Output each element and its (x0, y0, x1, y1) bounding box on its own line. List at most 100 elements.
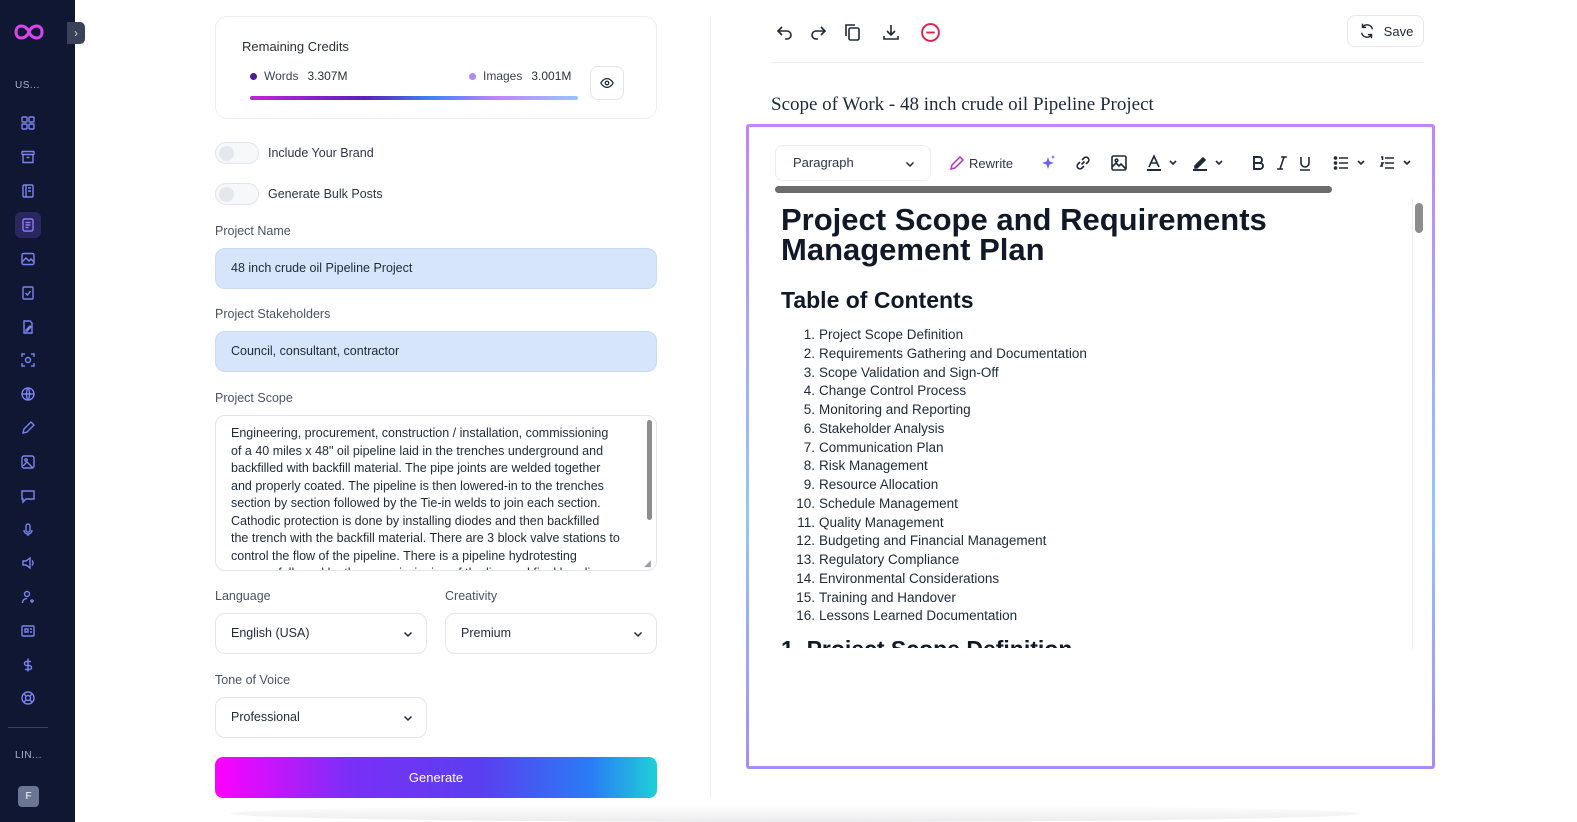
newspaper-icon[interactable] (15, 618, 41, 644)
tone-select[interactable]: Professional (215, 697, 427, 738)
chevron-down-icon (403, 715, 413, 722)
toc-item-number: 14. (796, 570, 815, 586)
collapse-sidebar-button[interactable]: › (67, 22, 85, 44)
creativity-select[interactable]: Premium (445, 613, 657, 654)
toc-item: 4. Change Control Process (781, 382, 1411, 401)
globe-icon[interactable] (15, 381, 41, 407)
highlight-color-icon[interactable] (1191, 153, 1227, 173)
toc-item: 2. Requirements Gathering and Documentati… (781, 345, 1411, 364)
undo-icon[interactable] (773, 20, 797, 44)
toc-item: 10. Schedule Management (781, 495, 1411, 514)
toc-item-number: 13. (796, 552, 815, 567)
toolbar-scrollbar[interactable] (775, 186, 1332, 193)
toc-item-number: 15. (796, 589, 815, 605)
numbered-list-icon[interactable] (1379, 153, 1415, 173)
block-format-select[interactable]: Paragraph (775, 145, 931, 181)
toc-item-text: Risk Management (819, 458, 928, 474)
insert-image-icon[interactable] (1110, 153, 1128, 173)
bulk-posts-row: Generate Bulk Posts (215, 183, 383, 205)
bulk-posts-toggle[interactable] (215, 183, 259, 205)
save-button[interactable]: Save (1347, 15, 1424, 47)
images-dot (469, 72, 476, 80)
section-label-user: US... (15, 80, 40, 91)
document-edit-icon[interactable] (15, 314, 41, 340)
words-value: 3.307M (307, 69, 348, 83)
eye-icon (600, 77, 614, 89)
book-icon[interactable] (15, 178, 41, 204)
stakeholders-label: Project Stakeholders (215, 307, 331, 321)
project-name-input[interactable]: 48 inch crude oil Pipeline Project (215, 248, 657, 289)
rewrite-button[interactable]: Rewrite (949, 153, 1013, 173)
project-scope-label: Project Scope (215, 391, 293, 405)
editor-scrollbar[interactable] (1415, 203, 1423, 233)
images-value: 3.001M (531, 69, 572, 83)
language-value: English (USA) (231, 626, 310, 640)
user-add-icon[interactable] (15, 584, 41, 610)
rich-text-editor[interactable]: Paragraph Rewrite Project Scope and Requ… (746, 124, 1435, 769)
toc-item: 9. Resource Allocation (781, 476, 1411, 495)
chevron-down-icon (403, 631, 413, 638)
text-color-icon[interactable] (1145, 153, 1181, 173)
toc-item-number: 2. (803, 345, 815, 361)
image-icon[interactable] (15, 246, 41, 272)
generate-button[interactable]: Generate (215, 757, 657, 798)
bold-icon[interactable] (1251, 153, 1265, 173)
project-name-label: Project Name (215, 224, 291, 238)
editor-scroll-track (1412, 199, 1413, 649)
download-icon[interactable] (879, 20, 903, 44)
document-heading: Project Scope and Requirements Managemen… (781, 205, 1267, 267)
document-icon[interactable] (15, 212, 41, 238)
support-icon[interactable] (15, 685, 41, 711)
chat-icon[interactable] (15, 483, 41, 509)
bullet-list-icon[interactable] (1333, 153, 1369, 173)
dashboard-icon[interactable] (15, 110, 41, 136)
pen-icon[interactable] (15, 415, 41, 441)
chevron-down-icon (905, 161, 915, 168)
toc-item-text: Regulatory Compliance (819, 552, 960, 567)
copy-icon[interactable] (840, 20, 864, 44)
toc-item: 16. Lessons Learned Documentation (781, 607, 1411, 626)
textarea-scrollbar[interactable] (647, 420, 652, 520)
document-title[interactable]: Scope of Work - 48 inch crude oil Pipeli… (771, 94, 1154, 116)
chevron-down-icon (633, 631, 643, 638)
photo-icon[interactable] (15, 449, 41, 475)
avatar[interactable]: F (18, 786, 39, 807)
include-brand-toggle[interactable] (215, 142, 259, 164)
credits-card: Remaining Credits Words 3.307M Images 3.… (215, 16, 657, 119)
redo-icon[interactable] (806, 20, 830, 44)
toc-item-number: 7. (803, 439, 815, 455)
tone-value: Professional (231, 710, 300, 724)
toc-item-text: Requirements Gathering and Documentation (819, 345, 1087, 361)
toc-item-number: 3. (803, 364, 815, 380)
remove-circle-icon[interactable] (918, 20, 942, 44)
document-check-icon[interactable] (15, 280, 41, 306)
toc-item-text: Lessons Learned Documentation (819, 608, 1018, 624)
speaker-icon[interactable] (15, 550, 41, 576)
language-select[interactable]: English (USA) (215, 613, 427, 654)
toc-list: 1. Project Scope Definition 2. Requirements… (781, 326, 1411, 626)
microphone-icon[interactable] (15, 517, 41, 543)
project-scope-textarea[interactable]: Engineering, procurement, construction /… (215, 415, 657, 571)
eye-button[interactable] (590, 66, 624, 100)
toc-item-text: Schedule Management (819, 495, 958, 511)
words-credit: Words 3.307M (250, 69, 347, 83)
include-brand-label: Include Your Brand (268, 146, 374, 160)
link-icon[interactable] (1074, 153, 1092, 173)
toc-heading: Table of Contents (781, 287, 974, 313)
toc-item-number: 16. (796, 608, 815, 624)
underline-icon[interactable] (1298, 153, 1312, 173)
dollar-icon[interactable] (15, 652, 41, 678)
toc-item-number: 8. (803, 458, 815, 474)
creativity-value: Premium (461, 626, 512, 640)
bottom-shadow (230, 805, 1360, 822)
scan-icon[interactable] (15, 347, 41, 373)
stakeholders-input[interactable]: Council, consultant, contractor (215, 331, 657, 372)
sparkles-icon[interactable] (1039, 153, 1057, 173)
italic-icon[interactable] (1276, 153, 1288, 173)
toc-item: 12. Budgeting and Financial Management (781, 532, 1411, 551)
toc-item-text: Stakeholder Analysis (819, 420, 945, 436)
resize-handle-icon[interactable]: ◢ (644, 558, 654, 568)
editor-content[interactable]: Project Scope and Requirements Managemen… (781, 205, 1411, 648)
archive-icon[interactable] (15, 144, 41, 170)
logo-icon[interactable] (10, 20, 48, 44)
